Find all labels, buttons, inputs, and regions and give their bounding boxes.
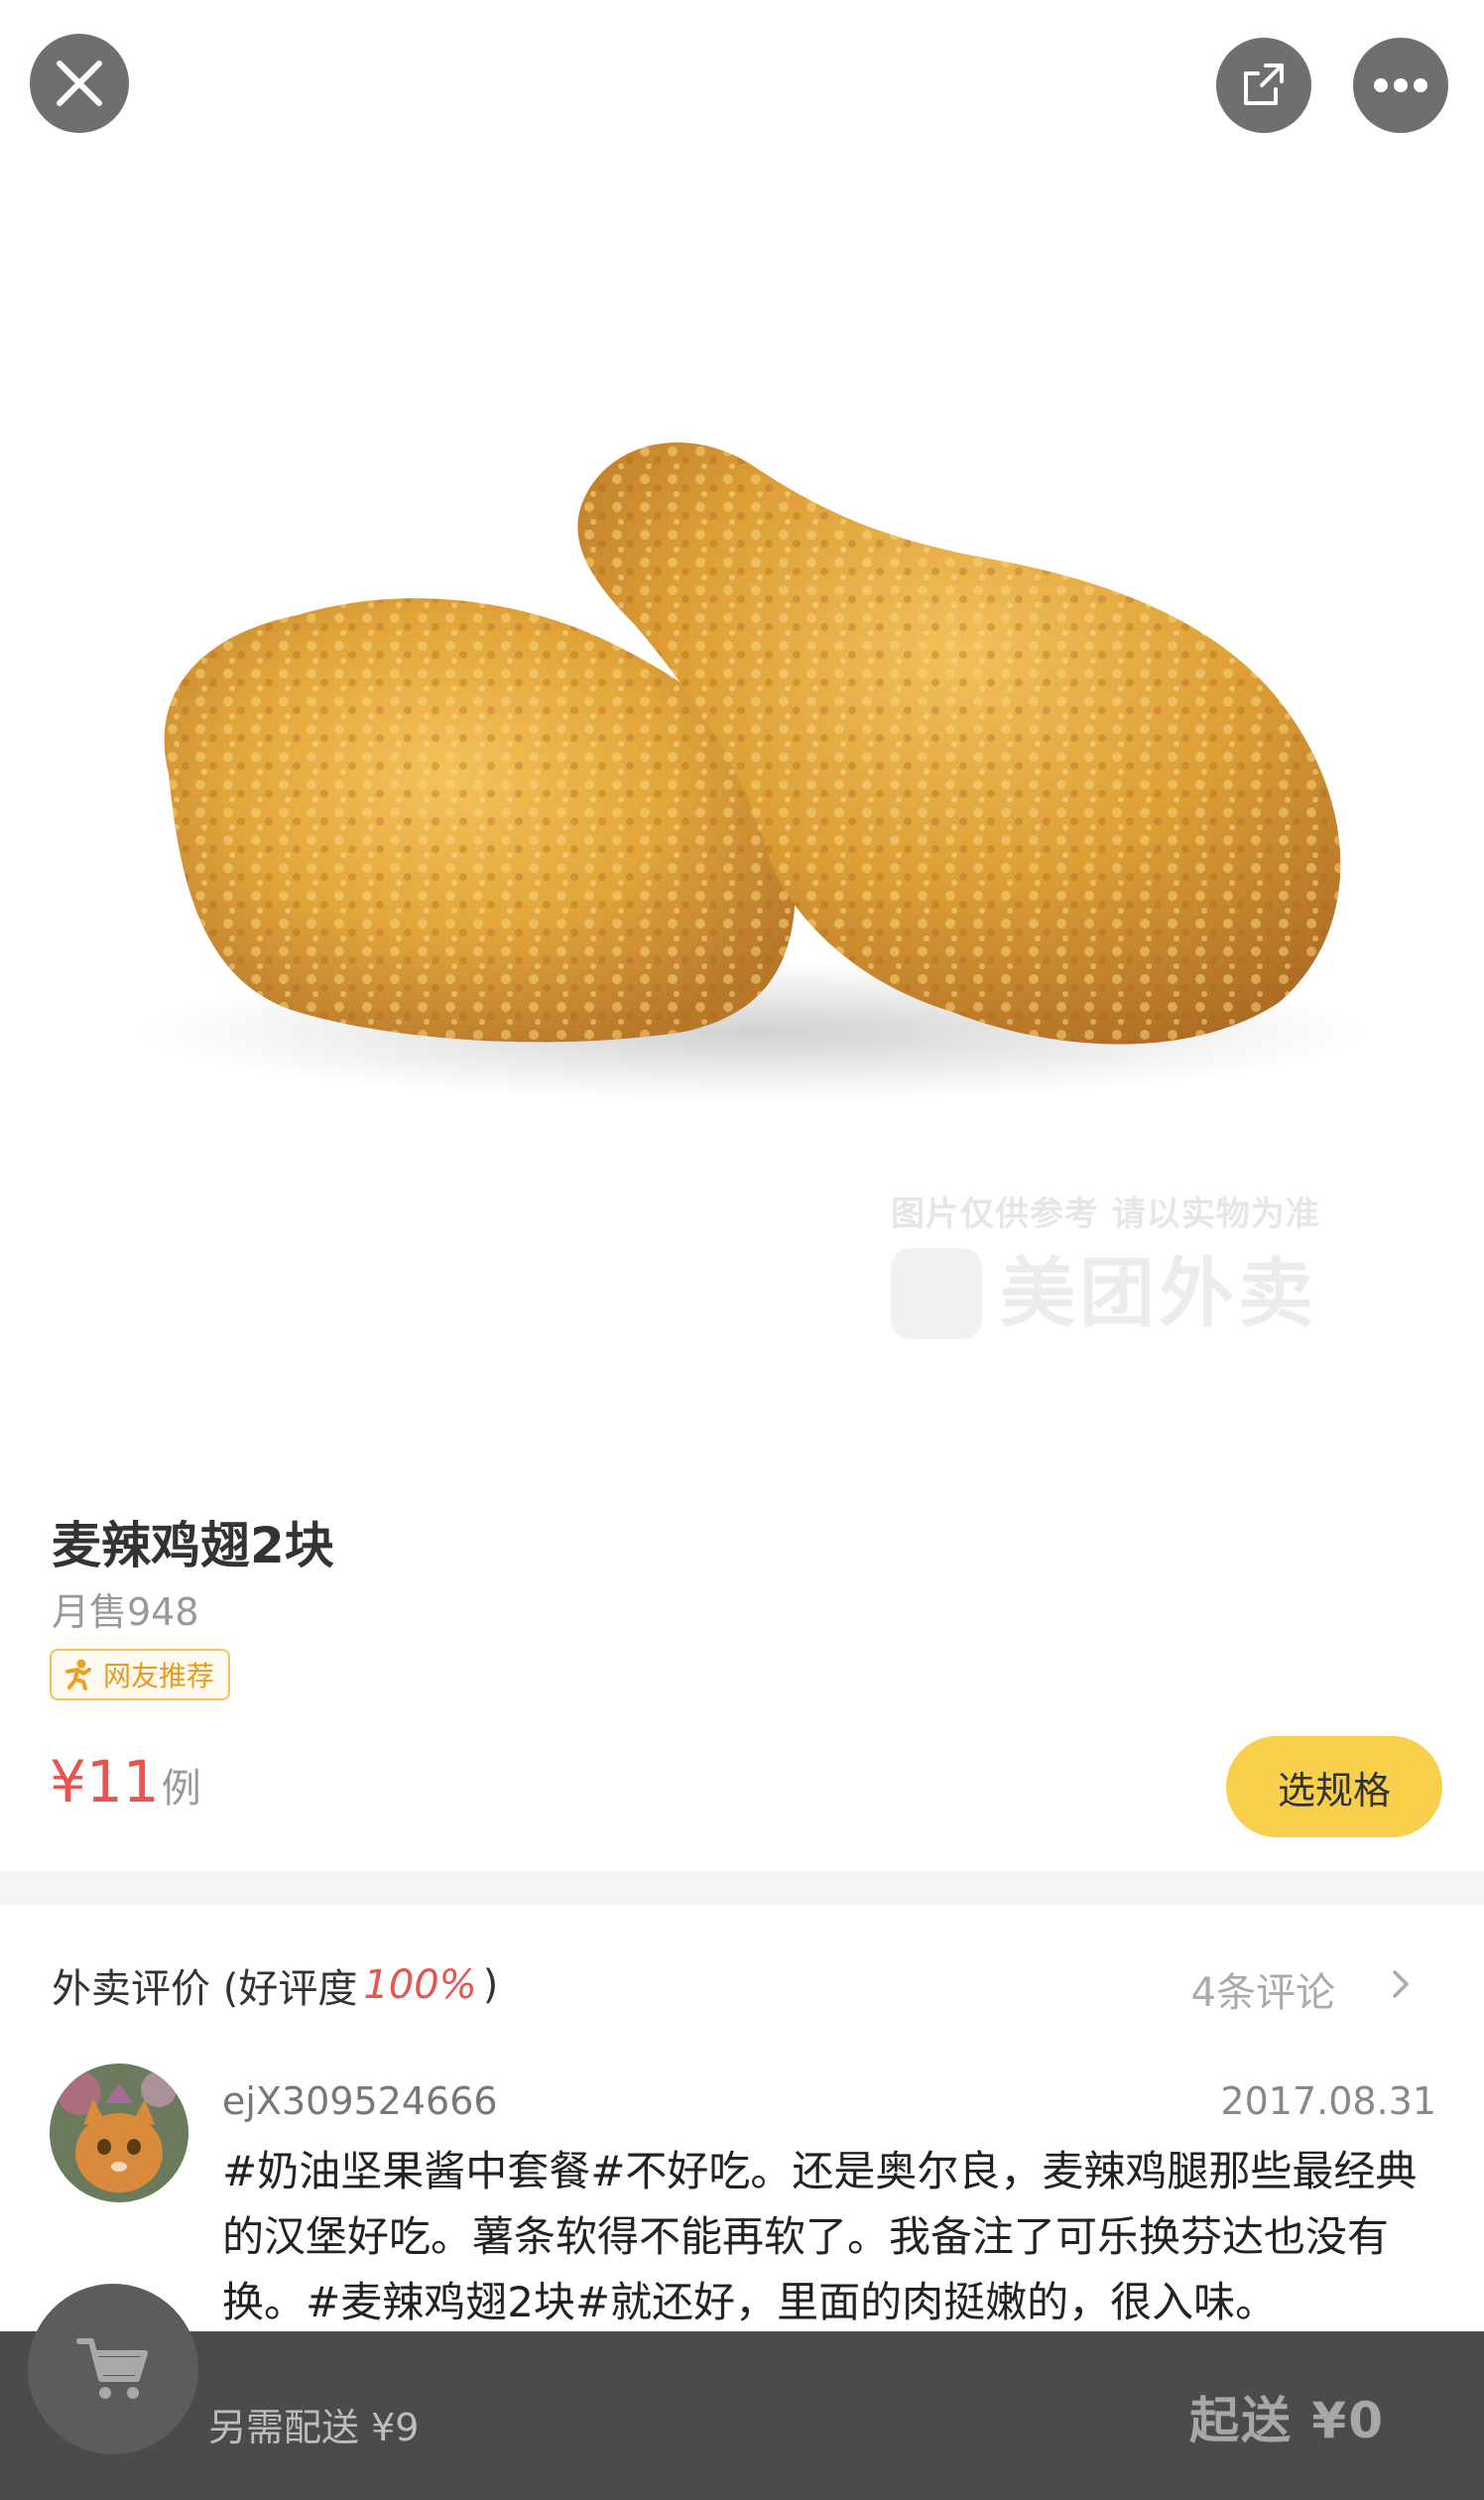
reviews-title-suffix: ) [482,1962,499,2008]
reviews-title: 外卖评价 ( 好评度 100% ) [52,1956,498,2014]
select-spec-button[interactable]: 选规格 [1226,1736,1442,1837]
review-text: #奶油坚果酱中套餐#不好吃。还是奥尔良，麦辣鸡腿那些最经典的汉堡好吃。薯条软得不… [222,2147,1418,2326]
price-unit: 例 [161,1766,201,1812]
product-image-area: 图片仅供参考 请以实物为准 美团外卖 [0,0,1484,1458]
share-icon [1244,63,1284,105]
avatar [50,2063,188,2202]
recommend-badge-label: 网友推荐 [103,1660,215,1692]
product-info: 麦辣鸡翅2块 月售948 网友推荐 ¥11 例 选规格 [0,1458,1484,1871]
close-button[interactable] [30,34,129,133]
watermark-caption: 图片仅供参考 请以实物为准 [891,1194,1320,1234]
reviews-section: 外卖评价 ( 好评度 100% ) 4条评论 ejX309524666 2017… [0,1905,1484,2331]
cat-avatar-icon [50,2063,188,2202]
review-date: 2017.08.31 [1220,2079,1436,2123]
close-icon [57,61,102,106]
cart-icon [76,2338,148,2399]
meituan-logo-icon [891,1248,982,1339]
rating-value: 100% [363,1962,477,2008]
share-button[interactable] [1216,38,1311,133]
reviews-title-prefix: 外卖评价 ( [52,1966,239,2012]
watermark-brand: 美团外卖 [1000,1249,1317,1337]
cart-button[interactable] [28,2284,198,2454]
photo-watermark: 图片仅供参考 请以实物为准 美团外卖 [891,1187,1347,1345]
review-username: ejX309524666 [222,2079,498,2123]
price-amount: ¥11 [50,1748,160,1815]
delivery-fee-text: 另需配送 ¥9 [208,2406,420,2449]
recommend-badge: 网友推荐 [50,1649,231,1700]
section-divider [0,1871,1484,1905]
rating-label: 好评度 [238,1966,358,2012]
product-name: 麦辣鸡翅2块 [52,1517,334,1574]
more-dots-icon [1374,78,1427,92]
price: ¥11 例 [50,1748,201,1815]
reviews-count-link[interactable]: 4条评论 [1191,1960,1335,2018]
person-run-icon [65,1659,91,1690]
cart-bar: 另需配送 ¥9 起送 ¥0 [0,2331,1484,2500]
chevron-right-icon[interactable] [1381,1964,1421,2004]
monthly-sales: 月售948 [52,1590,199,1634]
more-button[interactable] [1353,38,1448,133]
min-order-text[interactable]: 起送 ¥0 [1189,2381,1385,2452]
